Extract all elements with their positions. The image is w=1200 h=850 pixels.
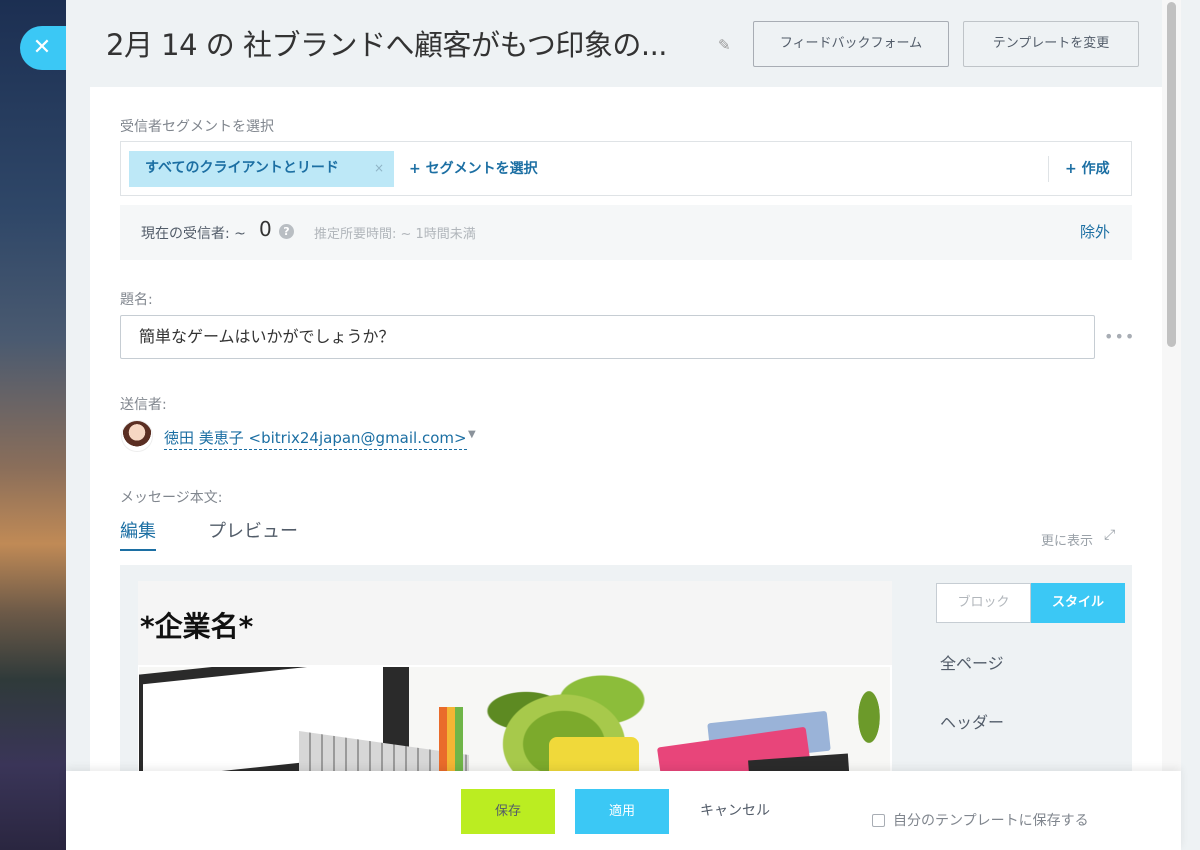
active-tab-underline (120, 549, 156, 551)
segment-tag-label: すべてのクライアントとリード (145, 160, 339, 176)
edit-title-pencil-icon[interactable]: ✎ (718, 36, 731, 54)
exclude-link[interactable]: 除外 (1080, 221, 1110, 242)
checkbox-icon[interactable] (872, 814, 885, 827)
recipients-label: 現在の受信者: ~ (141, 226, 246, 242)
sender-label: 送信者: (120, 397, 167, 413)
background-wallpaper (0, 0, 66, 850)
show-more-link[interactable]: 更に表示 (1041, 530, 1093, 549)
chevron-down-icon[interactable]: ▼ (468, 429, 476, 440)
segment-selector: すべてのクライアントとリード × + セグメントを選択 + 作成 (120, 141, 1132, 196)
style-item-all-pages[interactable]: 全ページ (940, 650, 1004, 674)
subject-label: 題名: (120, 292, 153, 308)
tab-edit[interactable]: 編集 (120, 517, 156, 543)
recipients-bar: 現在の受信者: ~ 0 ? 推定所要時間: ~ 1時間未満 除外 (120, 205, 1132, 260)
apply-button[interactable]: 適用 (575, 789, 669, 834)
create-segment-link[interactable]: + 作成 (1065, 151, 1110, 187)
tab-styles[interactable]: スタイル (1031, 583, 1125, 623)
remove-segment-icon[interactable]: × (374, 151, 384, 185)
tab-preview[interactable]: プレビュー (208, 517, 298, 543)
hero-image[interactable] (139, 667, 890, 777)
more-options-icon[interactable]: ••• (1104, 327, 1135, 346)
segment-label: 受信者セグメントを選択 (120, 119, 274, 135)
scrollbar-thumb[interactable] (1167, 2, 1176, 347)
add-segment-link[interactable]: + セグメントを選択 (409, 151, 538, 187)
close-slider-button[interactable]: ✕ (20, 26, 68, 70)
subject-input[interactable]: 簡単なゲームはいかがでしょうか？ (120, 315, 1095, 359)
slider-panel: 2月 14 の 社ブランドへ顧客がもつ印象の... ✎ フィードバックフォーム … (66, 0, 1181, 850)
email-header-block[interactable]: *企業名* (138, 581, 892, 665)
help-icon[interactable]: ? (279, 224, 294, 239)
save-template-checkbox[interactable]: 自分のテンプレートに保存する (872, 810, 1089, 830)
save-template-label: 自分のテンプレートに保存する (893, 813, 1089, 829)
books-graphic (639, 697, 850, 777)
save-button[interactable]: 保存 (461, 789, 555, 834)
segment-divider (1048, 156, 1049, 182)
expand-icon[interactable]: ⤢ (1104, 527, 1115, 543)
segment-tag[interactable]: すべてのクライアントとリード × (129, 151, 394, 187)
scrollbar[interactable] (1162, 0, 1181, 850)
recipients-count: 0 (259, 217, 272, 241)
change-template-button[interactable]: テンプレートを変更 (963, 21, 1139, 67)
plant-graphic-right (844, 677, 890, 777)
pencils-graphic (439, 707, 469, 777)
company-name-text[interactable]: *企業名* (140, 605, 253, 645)
email-canvas[interactable]: *企業名* (138, 581, 892, 777)
close-icon: ✕ (32, 35, 52, 60)
email-editor: *企業名* ブロック スタイル 全ページ ヘッダー (120, 565, 1132, 777)
feedback-form-button[interactable]: フィードバックフォーム (753, 21, 949, 67)
sender-avatar (121, 420, 153, 452)
cancel-button[interactable]: キャンセル (700, 789, 770, 834)
letter-form-card: 受信者セグメントを選択 すべてのクライアントとリード × + セグメントを選択 … (90, 87, 1173, 777)
page-title: 2月 14 の 社ブランドへ顧客がもつ印象の... (106, 28, 668, 62)
tab-blocks[interactable]: ブロック (936, 583, 1031, 623)
style-item-header[interactable]: ヘッダー (940, 709, 1004, 733)
footer-bar: 保存 適用 キャンセル 自分のテンプレートに保存する (66, 771, 1181, 850)
message-label: メッセージ本文: (120, 490, 223, 506)
sender-selector[interactable]: 徳田 美恵子 <bitrix24japan@gmail.com> (164, 427, 467, 450)
editor-side-tabs: ブロック スタイル (936, 583, 1125, 623)
estimated-time: 推定所要時間: ~ 1時間未満 (314, 227, 476, 242)
